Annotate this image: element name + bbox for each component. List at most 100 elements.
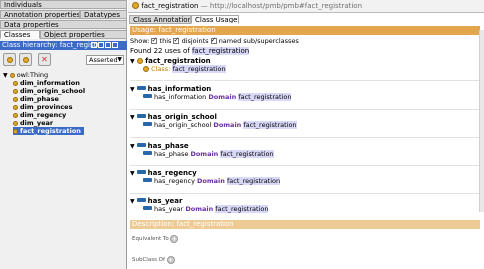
domain-value: fact_registration xyxy=(220,150,274,158)
show-label: Show: xyxy=(130,37,150,45)
add-sibling-icon xyxy=(22,57,29,63)
tree-item[interactable]: dim_information xyxy=(13,79,80,87)
hierarchy-mode-value: Asserted xyxy=(89,56,118,64)
divider xyxy=(130,109,482,110)
property-name: has_regency xyxy=(154,177,195,185)
class-hierarchy-title: Class hierarchy: fact_registr xyxy=(0,41,127,50)
tab-object-properties[interactable]: Object properties xyxy=(40,30,127,39)
usage-group-title: has_information xyxy=(147,85,212,93)
domain-value: fact_registration xyxy=(226,177,281,185)
this-checkbox[interactable] xyxy=(151,36,158,44)
tab-class-annotations[interactable]: Class Annotations xyxy=(129,15,191,24)
tab-annotation-properties[interactable]: Annotation properties xyxy=(0,10,80,19)
tab-classes[interactable]: Classes xyxy=(0,30,40,39)
collapse-icon[interactable]: ▼ xyxy=(130,114,135,121)
domain-value: fact_registration xyxy=(215,205,269,213)
tab-class-usage[interactable]: Class Usage xyxy=(191,15,239,24)
add-subclass-button[interactable] xyxy=(3,53,16,66)
usage-group[interactable]: ▼ has_information has_information Domain … xyxy=(130,85,292,101)
found-target: fact_registration xyxy=(191,47,250,55)
tree-item[interactable]: dim_regency xyxy=(13,111,66,119)
object-property-icon xyxy=(136,114,146,118)
found-count: Found 22 uses of fact_registration xyxy=(130,47,250,55)
entity-title: fact_registration xyxy=(141,2,199,10)
collapse-icon[interactable]: ▼ xyxy=(3,72,8,79)
usage-scrollbar[interactable] xyxy=(479,30,484,212)
object-property-icon xyxy=(136,143,146,147)
tab-individuals[interactable]: Individuals xyxy=(0,0,127,9)
right-panel: fact_registration — http://localhost/pmb… xyxy=(128,0,484,269)
subclass-of-row: SubClass Of + xyxy=(132,256,175,264)
collapse-icon[interactable]: ▼ xyxy=(130,198,135,205)
object-property-icon xyxy=(143,206,152,210)
domain-keyword: Domain xyxy=(197,177,225,185)
class-icon xyxy=(132,2,139,9)
delete-class-button[interactable]: ✕ xyxy=(38,53,51,66)
tree-item-label: dim_information xyxy=(20,79,80,87)
usage-group-title: has_origin_school xyxy=(147,113,217,121)
window-control-icon[interactable] xyxy=(98,42,104,48)
tree-item[interactable]: dim_provinces xyxy=(13,103,72,111)
class-icon xyxy=(13,89,18,94)
collapse-icon[interactable]: ▼ xyxy=(130,143,135,150)
class-icon xyxy=(13,81,18,86)
disjoints-label: disjoints xyxy=(181,37,209,45)
hierarchy-mode-select[interactable]: Asserted ▼ xyxy=(86,55,124,65)
add-equivalent-button[interactable]: + xyxy=(170,235,179,243)
left-panel: Individuals Annotation properties Dataty… xyxy=(0,0,127,269)
property-name: has_information xyxy=(154,93,207,101)
chevron-down-icon: ▼ xyxy=(117,56,122,63)
named-subsuper-checkbox[interactable] xyxy=(210,36,217,44)
property-name: has_year xyxy=(154,205,184,213)
collapse-icon[interactable]: ▼ xyxy=(130,170,135,177)
object-property-icon xyxy=(143,122,152,126)
add-superclass-button[interactable]: + xyxy=(166,256,175,264)
usage-group[interactable]: ▼ has_regency has_regency Domain fact_reg… xyxy=(130,169,281,185)
usage-group-self[interactable]: ▼ fact_registration Class: fact_registra… xyxy=(130,57,226,73)
class-icon xyxy=(9,73,15,78)
usage-group-title: fact_registration xyxy=(145,57,211,65)
object-property-icon xyxy=(143,94,152,98)
usage-options: Show: this disjoints named sub/superclas… xyxy=(130,36,299,45)
divider xyxy=(130,137,482,138)
subclass-of-label: SubClass Of xyxy=(132,257,165,263)
tree-item[interactable]: dim_phase xyxy=(13,95,59,103)
tree-item-label: dim_regency xyxy=(20,111,67,119)
class-keyword: Class: xyxy=(151,65,171,73)
add-subclass-icon xyxy=(6,57,13,63)
tab-data-properties[interactable]: Data properties xyxy=(0,20,127,29)
window-control-icon[interactable] xyxy=(112,42,118,48)
tree-item-label: dim_phase xyxy=(20,95,59,103)
panel-window-controls[interactable] xyxy=(90,42,126,49)
tree-item-selected[interactable]: fact_registration xyxy=(13,127,84,135)
usage-group[interactable]: ▼ has_phase has_phase Domain fact_registr… xyxy=(130,142,274,158)
delete-icon: ✕ xyxy=(41,55,48,64)
class-icon xyxy=(13,97,18,102)
divider xyxy=(130,80,482,81)
equivalent-to-label: Equivalent To xyxy=(132,236,169,242)
class-tree: ▼ owl:Thing dim_information dim_origin_s… xyxy=(3,71,125,141)
collapse-icon[interactable]: ▼ xyxy=(130,58,135,65)
domain-value: fact_registration xyxy=(238,93,292,101)
disjoints-checkbox[interactable] xyxy=(173,36,180,44)
class-hierarchy-label: Class hierarchy: fact_registr xyxy=(2,41,100,49)
usage-group[interactable]: ▼ has_origin_school has_origin_school Dom… xyxy=(130,113,297,129)
tree-item[interactable]: dim_origin_school xyxy=(13,87,85,95)
add-sibling-class-button[interactable] xyxy=(19,53,32,66)
tree-root-label: owl:Thing xyxy=(16,71,49,79)
class-icon xyxy=(143,66,149,72)
domain-keyword: Domain xyxy=(185,205,214,213)
collapse-icon[interactable]: ▼ xyxy=(130,86,135,93)
window-control-icon[interactable] xyxy=(91,42,97,48)
tab-datatypes[interactable]: Datatypes xyxy=(80,10,127,19)
usage-group-title: has_regency xyxy=(147,169,197,177)
object-property-icon xyxy=(136,170,146,174)
found-prefix: Found 22 uses of xyxy=(130,47,192,55)
window-control-icon[interactable] xyxy=(105,42,111,48)
class-icon xyxy=(13,121,18,126)
tree-root[interactable]: ▼ owl:Thing xyxy=(3,71,48,79)
usage-group[interactable]: ▼ has_year has_year Domain fact_registrat… xyxy=(130,197,269,213)
domain-value: fact_registration xyxy=(243,121,297,129)
tree-item[interactable]: dim_year xyxy=(13,119,53,127)
this-label: this xyxy=(159,37,172,45)
